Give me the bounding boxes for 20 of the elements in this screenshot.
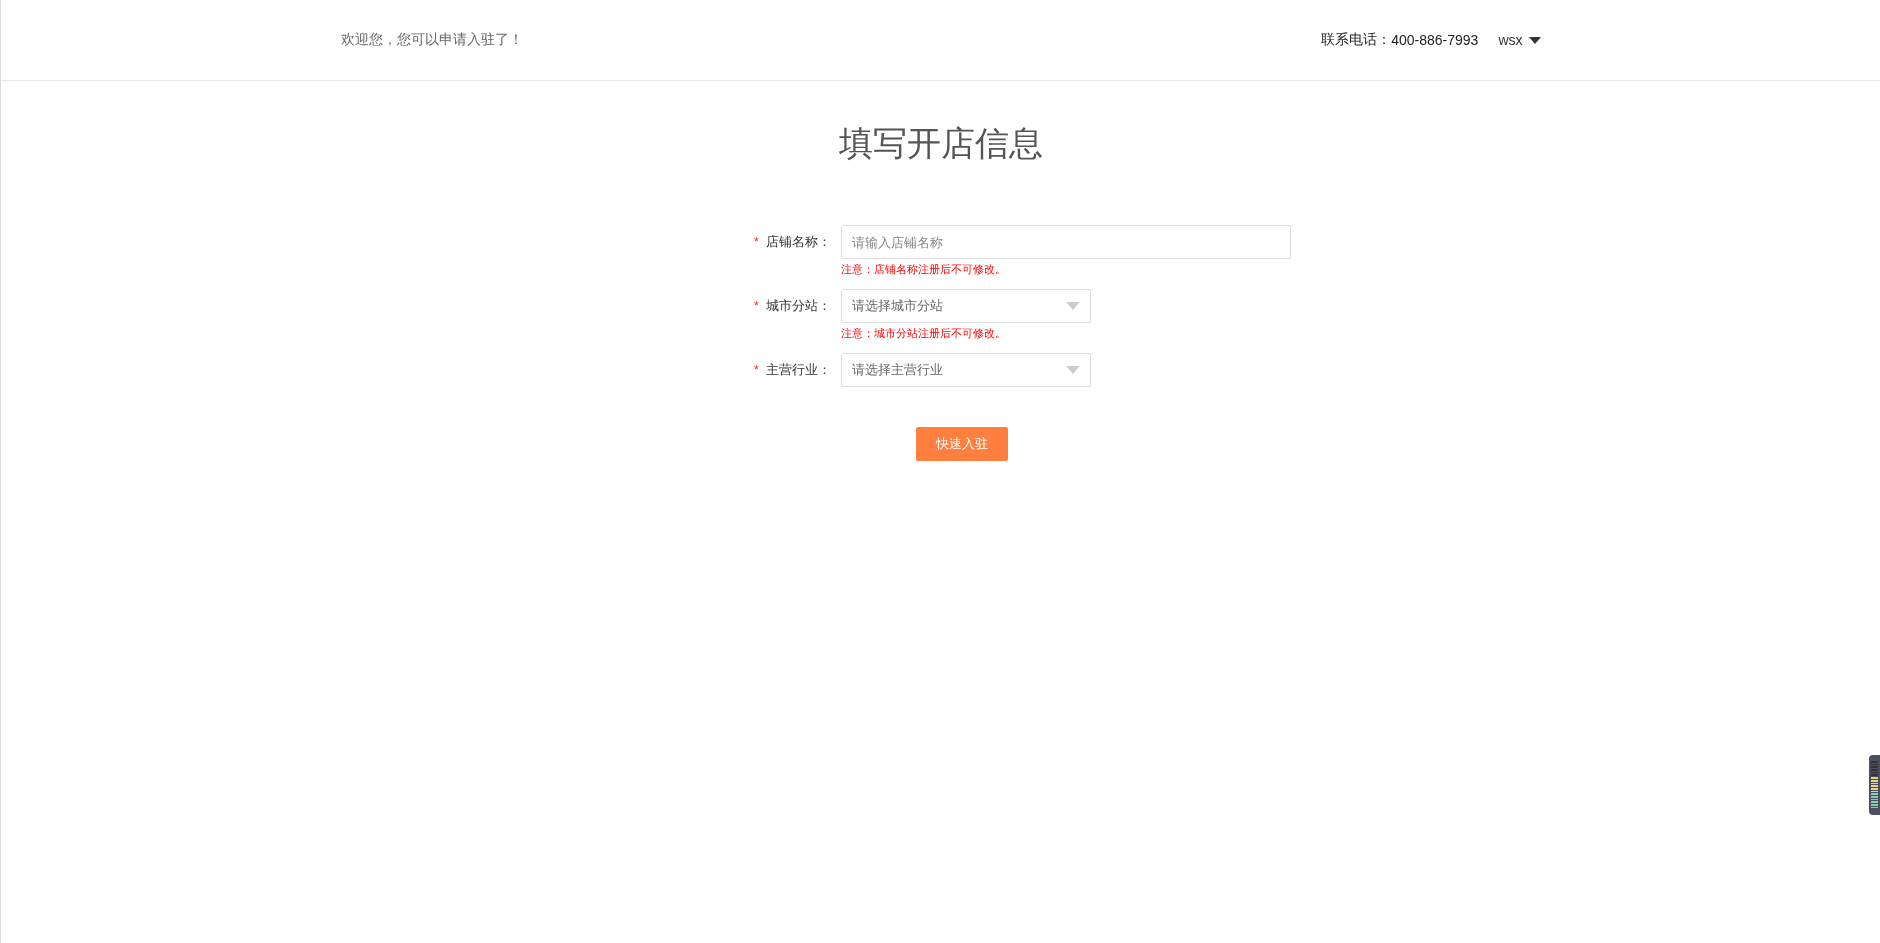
warning-note: 注意：城市分站注册后不可修改。 xyxy=(840,326,1007,341)
caret-icon xyxy=(1528,36,1541,44)
caret-icon xyxy=(1065,366,1080,374)
phone-label: 联系电话： xyxy=(1321,31,1392,49)
field-label: 主营行业： xyxy=(765,362,831,377)
caret-icon xyxy=(1065,302,1080,310)
field-label: 城市分站： xyxy=(765,298,831,313)
required-mark: * xyxy=(753,234,759,249)
select-field[interactable]: 请选择主营行业 xyxy=(840,353,1091,387)
required-mark: * xyxy=(753,298,759,313)
field-label: 店铺名称： xyxy=(765,234,831,249)
select-field[interactable]: 请选择城市分站 xyxy=(840,289,1091,323)
required-mark: * xyxy=(753,362,759,377)
user-menu[interactable]: wsx xyxy=(1498,32,1541,48)
phone-number: 400-886-7993 xyxy=(1391,32,1479,48)
page-title: 填写开店信息 xyxy=(837,123,1044,164)
meter-widget-drawing xyxy=(1869,755,1880,815)
welcome-text: 欢迎您，您可以申请入驻了！ xyxy=(340,31,523,49)
warning-note: 注意：店铺名称注册后不可修改。 xyxy=(840,262,1007,277)
input-field[interactable]: 请输入店铺名称 xyxy=(840,225,1291,259)
